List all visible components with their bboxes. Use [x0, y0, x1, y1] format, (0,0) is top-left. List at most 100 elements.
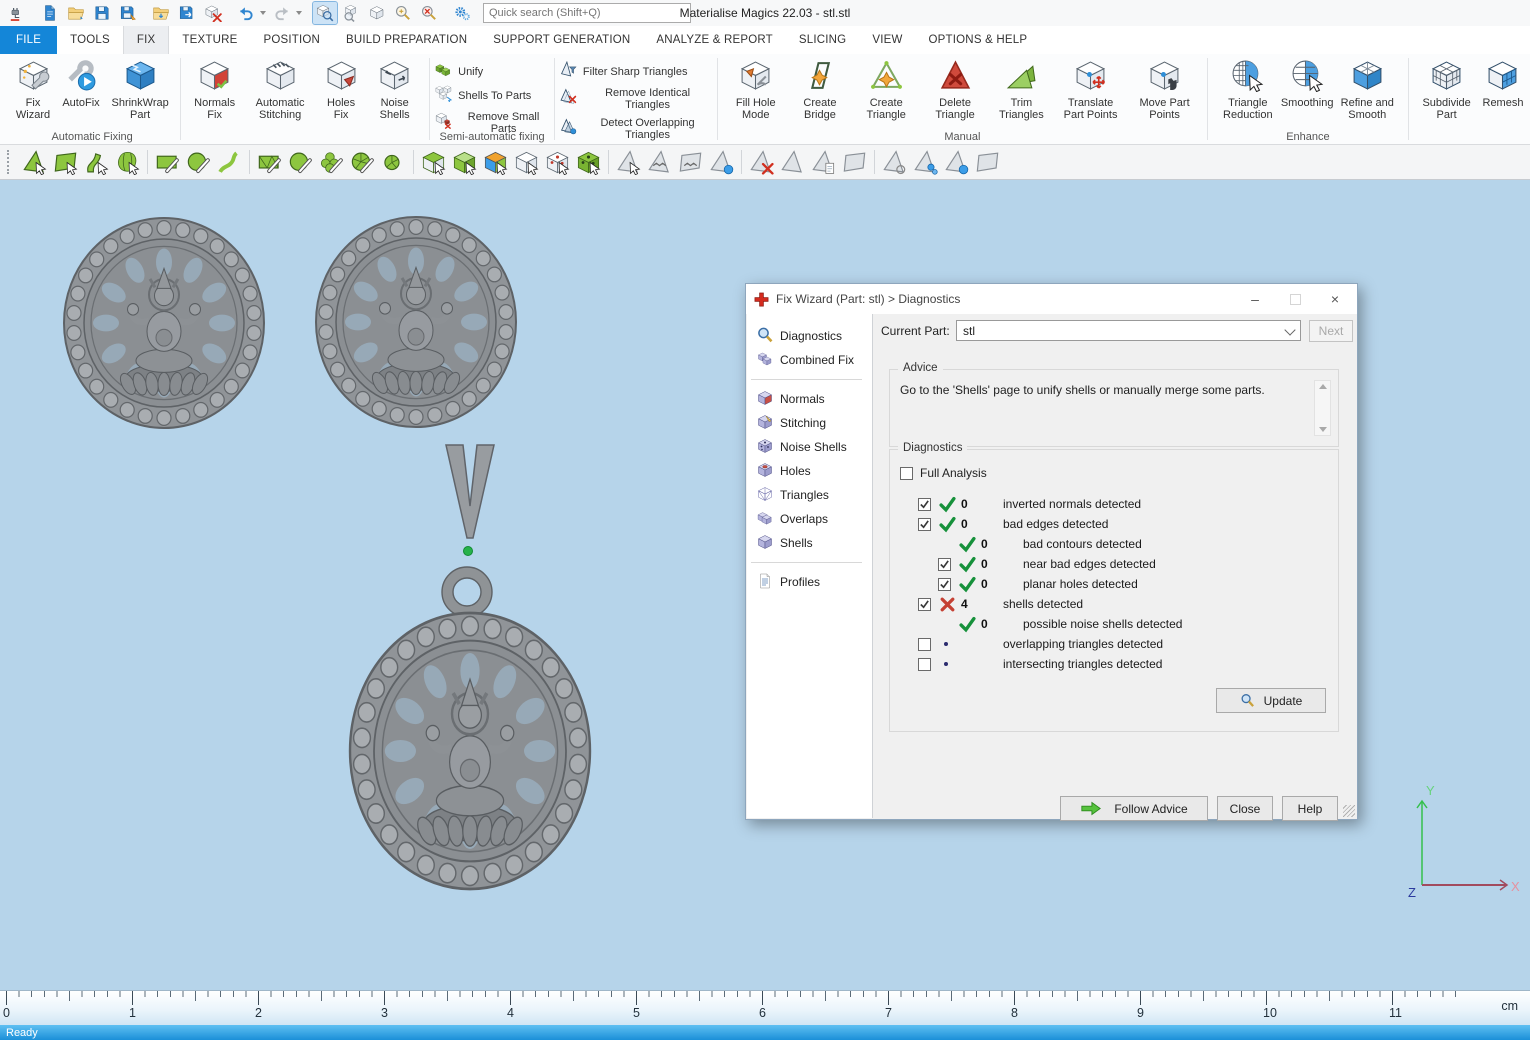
brush-marking-icon[interactable] [285, 148, 316, 176]
sidebar-item-holes[interactable]: Holes [747, 459, 872, 483]
tab-support-generation[interactable]: SUPPORT GENERATION [480, 26, 643, 54]
expand-marked-plane-icon[interactable] [675, 148, 706, 176]
holes-fix-button[interactable]: Holes Fix [317, 56, 365, 124]
cube-mark-through-icon[interactable] [449, 148, 480, 176]
medallion-part-2[interactable] [316, 217, 516, 427]
cube-mark-clear-icon[interactable] [511, 148, 542, 176]
section-marking-icon[interactable] [378, 148, 409, 176]
delete-triangle-button[interactable]: Delete Triangle [921, 56, 989, 124]
diagnostic-checkbox[interactable] [918, 518, 931, 531]
fix-wizard-button[interactable]: Fix Wizard [9, 56, 57, 124]
diagnostic-checkbox[interactable] [918, 658, 931, 671]
smoothing-button[interactable]: Smoothing [1283, 56, 1331, 112]
sidebar-item-noise-shells[interactable]: Noise Shells [747, 435, 872, 459]
advice-scrollbar[interactable] [1314, 380, 1331, 436]
follow-advice-button[interactable]: Follow Advice [1060, 796, 1208, 821]
move-part-points-button[interactable]: Move Part Points [1128, 56, 1202, 124]
resize-grip[interactable] [1343, 805, 1355, 817]
zoom-selection-icon[interactable] [313, 2, 337, 24]
sidebar-item-normals[interactable]: Normals [747, 387, 872, 411]
close-button[interactable]: Close [1217, 796, 1273, 821]
triangle-reduction-button[interactable]: Triangle Reduction [1213, 56, 1284, 124]
detect-overlapping-triangles-button[interactable]: Detect Overlapping Triangles [560, 115, 712, 141]
shade-marked-icon[interactable] [839, 148, 870, 176]
dialog-titlebar[interactable]: Fix Wizard (Part: stl) > Diagnostics – × [746, 284, 1357, 314]
fill-hole-mode-button[interactable]: Fill Hole Mode [723, 56, 788, 124]
pendant-ring-part[interactable] [442, 567, 492, 617]
tab-options-help[interactable]: OPTIONS & HELP [916, 26, 1041, 54]
sidebar-item-triangles[interactable]: Triangles [747, 483, 872, 507]
save-project-icon[interactable] [90, 2, 114, 24]
delete-marked-icon[interactable] [746, 148, 777, 176]
import-part-icon[interactable] [5, 2, 29, 24]
close-icon[interactable]: × [1315, 284, 1355, 314]
shells-to-parts-button[interactable]: Shells To Parts [435, 85, 549, 105]
mark-surfaces-icon[interactable] [81, 148, 112, 176]
tab-tools[interactable]: TOOLS [57, 26, 123, 54]
scroll-down-icon[interactable] [1319, 427, 1327, 432]
cube-mark-multi-icon[interactable] [480, 148, 511, 176]
pie-marking-icon[interactable] [347, 148, 378, 176]
refine-marked-icon[interactable] [941, 148, 972, 176]
refine-and-smooth-button[interactable]: Refine and Smooth [1331, 56, 1403, 124]
cube-mark-visible-icon[interactable] [418, 148, 449, 176]
subdivide-part-button[interactable]: Subdivide Part [1414, 56, 1479, 124]
sidebar-item-overlaps[interactable]: Overlaps [747, 507, 872, 531]
medallion-part-1[interactable] [64, 218, 264, 428]
mark-triangle-tool-icon[interactable] [613, 148, 644, 176]
tab-texture[interactable]: TEXTURE [169, 26, 250, 54]
mark-planes-icon[interactable] [50, 148, 81, 176]
lasso-marked-icon[interactable] [879, 148, 910, 176]
settings-icon[interactable] [450, 2, 474, 24]
create-bridge-button[interactable]: Create Bridge [788, 56, 851, 124]
translate-part-points-button[interactable]: Translate Part Points [1054, 56, 1128, 124]
sidebar-item-shells[interactable]: Shells [747, 531, 872, 555]
undo-icon[interactable] [234, 2, 258, 24]
invert-marked-icon[interactable] [777, 148, 808, 176]
view-part-icon[interactable] [339, 2, 363, 24]
smooth-marked-icon[interactable] [910, 148, 941, 176]
diagnostic-checkbox[interactable] [918, 638, 931, 651]
next-button[interactable]: Next [1309, 320, 1353, 342]
export-part-icon[interactable] [175, 2, 199, 24]
tab-file[interactable]: FILE [0, 26, 57, 54]
unify-button[interactable]: Unify [435, 61, 549, 81]
diagnostic-checkbox[interactable] [938, 578, 951, 591]
autofix-button[interactable]: AutoFix [57, 56, 105, 112]
smart-marking-icon[interactable] [316, 148, 347, 176]
automatic-stitching-button[interactable]: Automatic Stitching [243, 56, 317, 124]
tab-fix[interactable]: FIX [123, 26, 170, 54]
minimize-button[interactable]: – [1235, 284, 1275, 314]
cube-mark-noise-icon[interactable] [542, 148, 573, 176]
redo-dropdown-icon[interactable] [296, 11, 302, 15]
normals-fix-button[interactable]: Normals Fix [186, 56, 243, 124]
freeform-marking-icon[interactable] [214, 148, 245, 176]
medallion-part-main[interactable] [350, 613, 590, 889]
zoom-out-icon[interactable] [417, 2, 441, 24]
cube-mark-shells-icon[interactable] [573, 148, 604, 176]
create-triangle-button[interactable]: Create Triangle [852, 56, 921, 124]
save-as-icon[interactable] [116, 2, 140, 24]
diagnostic-checkbox[interactable] [918, 498, 931, 511]
new-scene-icon[interactable] [38, 2, 62, 24]
copy-marked-icon[interactable] [808, 148, 839, 176]
search-input[interactable] [483, 3, 691, 23]
noise-shells-button[interactable]: Noise Shells [365, 56, 424, 124]
sidebar-item-diagnostics[interactable]: Diagnostics [747, 324, 872, 348]
tab-position[interactable]: POSITION [250, 26, 333, 54]
update-button[interactable]: Update [1216, 688, 1326, 713]
mark-shells-icon[interactable] [112, 148, 143, 176]
sprue-dot[interactable] [464, 547, 473, 556]
trim-triangles-button[interactable]: Trim Triangles [989, 56, 1053, 124]
tab-view[interactable]: VIEW [859, 26, 915, 54]
remove-part-icon[interactable] [201, 2, 225, 24]
help-button[interactable]: Help [1282, 796, 1338, 821]
sidebar-item-combined-fix[interactable]: Combined Fix [747, 348, 872, 372]
zoom-in-icon[interactable] [391, 2, 415, 24]
circle-marking-icon[interactable] [183, 148, 214, 176]
tab-analyze-report[interactable]: ANALYZE & REPORT [643, 26, 786, 54]
scroll-up-icon[interactable] [1319, 384, 1327, 389]
fit-view-icon[interactable] [365, 2, 389, 24]
filter-sharp-triangles-button[interactable]: Filter Sharp Triangles [560, 61, 712, 81]
maximize-button[interactable] [1275, 284, 1315, 314]
